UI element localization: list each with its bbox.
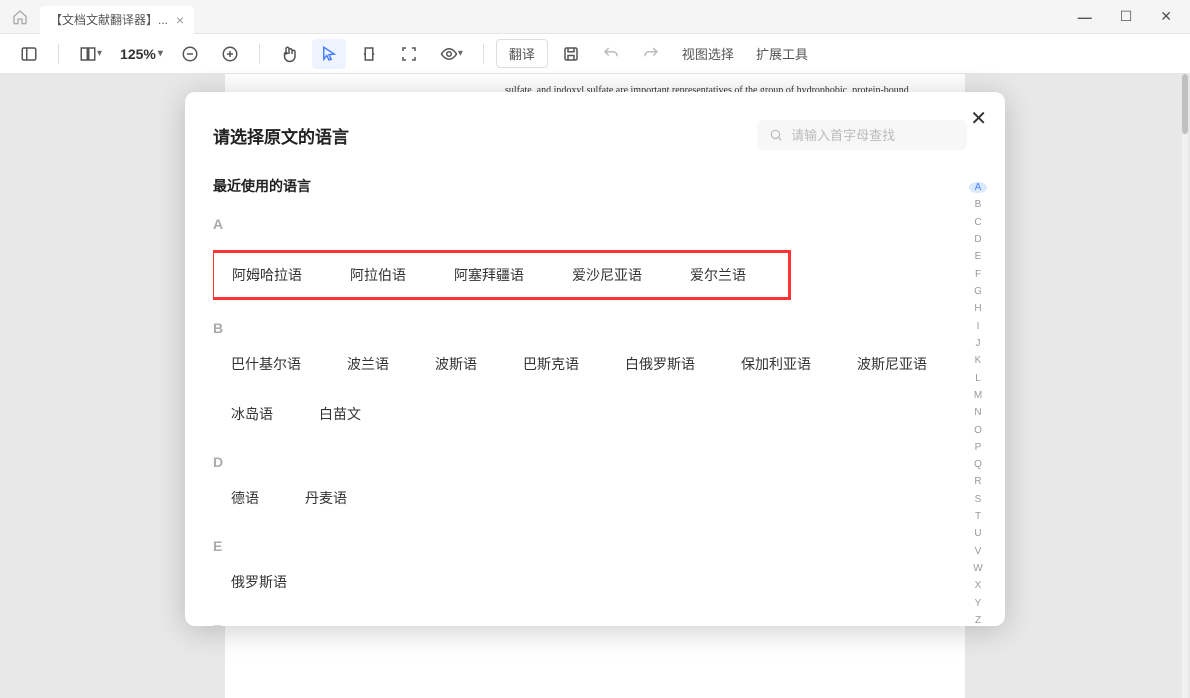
modal-body: 最近使用的语言 A 阿姆哈拉语 阿拉伯语 阿塞拜疆语 爱沙尼亚语 爱尔兰语 B …: [213, 176, 987, 626]
lang-item[interactable]: 波兰语: [347, 354, 389, 374]
section-letter-a: A: [213, 216, 949, 232]
alpha-index-d[interactable]: D: [969, 234, 987, 245]
alpha-index-r[interactable]: R: [969, 476, 987, 487]
alpha-index-j[interactable]: J: [969, 338, 987, 349]
section-letter-b: B: [213, 320, 949, 336]
alpha-index-a[interactable]: A: [969, 182, 987, 193]
lang-item[interactable]: 德语: [231, 488, 259, 508]
lang-item[interactable]: 保加利亚语: [741, 354, 811, 374]
language-search-box[interactable]: [757, 120, 967, 150]
search-input[interactable]: [791, 128, 955, 143]
lang-item[interactable]: 波斯语: [435, 354, 477, 374]
alpha-index-x[interactable]: X: [969, 580, 987, 591]
lang-item[interactable]: 白俄罗斯语: [625, 354, 695, 374]
alpha-index-h[interactable]: H: [969, 303, 987, 314]
lang-item[interactable]: 巴什基尔语: [231, 354, 301, 374]
alpha-index-f[interactable]: F: [969, 269, 987, 280]
alpha-index-b[interactable]: B: [969, 199, 987, 210]
alpha-index-l[interactable]: L: [969, 372, 987, 383]
close-icon[interactable]: ✕: [970, 106, 987, 131]
language-modal: ✕ 请选择原文的语言 最近使用的语言 A 阿姆哈拉语 阿拉伯语 阿塞拜疆语 爱沙…: [185, 92, 1005, 626]
lang-item[interactable]: 阿姆哈拉语: [232, 265, 302, 285]
alphabet-index: ABCDEFGHIJKLMNOPQRSTUVWXYZ: [969, 176, 987, 626]
lang-item[interactable]: 波斯尼亚语: [857, 354, 927, 374]
alpha-index-v[interactable]: V: [969, 546, 987, 557]
alpha-index-z[interactable]: Z: [969, 615, 987, 626]
lang-item[interactable]: 爱沙尼亚语: [572, 265, 642, 285]
alpha-index-c[interactable]: C: [969, 217, 987, 228]
alpha-index-e[interactable]: E: [969, 251, 987, 262]
alpha-index-i[interactable]: I: [969, 321, 987, 332]
modal-title: 请选择原文的语言: [213, 123, 349, 148]
section-letter-d: D: [213, 454, 949, 470]
alpha-index-p[interactable]: P: [969, 442, 987, 453]
alpha-index-w[interactable]: W: [969, 563, 987, 574]
section-letter-e: E: [213, 538, 949, 554]
alpha-index-o[interactable]: O: [969, 424, 987, 435]
alpha-index-k[interactable]: K: [969, 355, 987, 366]
lang-item[interactable]: 白苗文: [319, 404, 361, 424]
search-icon: [769, 127, 783, 143]
recent-languages-label: 最近使用的语言: [213, 176, 949, 196]
lang-item[interactable]: 阿塞拜疆语: [454, 265, 524, 285]
alpha-index-t[interactable]: T: [969, 511, 987, 522]
alpha-index-g[interactable]: G: [969, 286, 987, 297]
lang-item[interactable]: 爱尔兰语: [690, 265, 746, 285]
alpha-index-s[interactable]: S: [969, 494, 987, 505]
highlighted-language-row: 阿姆哈拉语 阿拉伯语 阿塞拜疆语 爱沙尼亚语 爱尔兰语: [213, 250, 791, 300]
alpha-index-m[interactable]: M: [969, 390, 987, 401]
lang-item[interactable]: 丹麦语: [305, 488, 347, 508]
alpha-index-y[interactable]: Y: [969, 598, 987, 609]
lang-item[interactable]: 俄罗斯语: [231, 572, 287, 592]
lang-item[interactable]: 巴斯克语: [523, 354, 579, 374]
alpha-index-n[interactable]: N: [969, 407, 987, 418]
lang-item[interactable]: 阿拉伯语: [350, 265, 406, 285]
language-list[interactable]: 最近使用的语言 A 阿姆哈拉语 阿拉伯语 阿塞拜疆语 爱沙尼亚语 爱尔兰语 B …: [213, 176, 969, 626]
lang-item[interactable]: 冰岛语: [231, 404, 273, 424]
alpha-index-u[interactable]: U: [969, 528, 987, 539]
modal-overlay: ✕ 请选择原文的语言 最近使用的语言 A 阿姆哈拉语 阿拉伯语 阿塞拜疆语 爱沙…: [0, 0, 1190, 698]
modal-header: 请选择原文的语言: [213, 120, 987, 150]
section-letter-f: F: [213, 622, 949, 626]
alpha-index-q[interactable]: Q: [969, 459, 987, 470]
